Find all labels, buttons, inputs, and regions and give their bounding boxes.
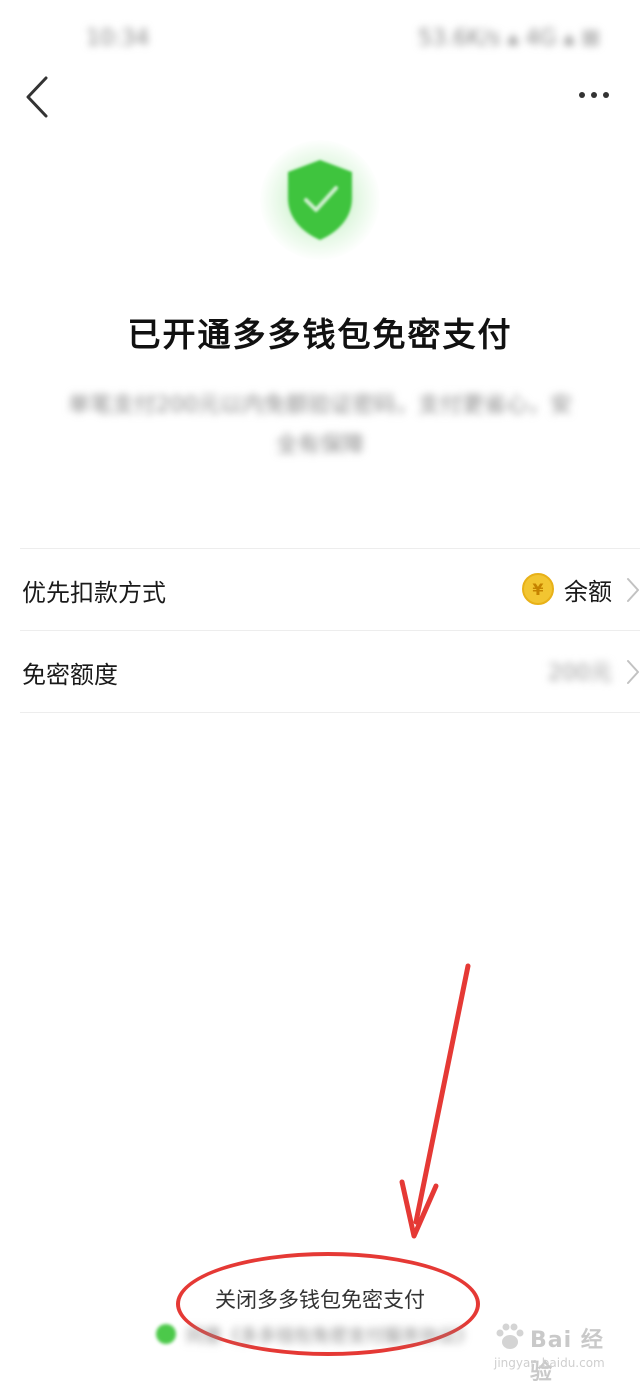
more-horizontal-icon: [579, 92, 609, 98]
row-label: 优先扣款方式: [22, 579, 166, 607]
status-time: 10:34: [86, 26, 150, 51]
annotation-arrow-icon: [399, 963, 471, 1239]
settings-row-payment-method[interactable]: 优先扣款方式 ¥ 余额: [20, 549, 640, 631]
row-label: 免密额度: [22, 661, 118, 689]
chevron-right-icon: [627, 660, 639, 684]
coin-yen-icon: ¥: [522, 573, 554, 605]
agreement-text: 同意《多多钱包免密支付服务协议》: [186, 1326, 474, 1347]
page-title: 已开通多多钱包免密支付: [127, 315, 513, 354]
row-value: 余额: [564, 577, 612, 606]
settings-list: 优先扣款方式 ¥ 余额 免密额度 200元: [20, 548, 640, 713]
paw-icon: [496, 1323, 524, 1349]
row-value-wrap: ¥ 余额: [522, 571, 612, 607]
chevron-left-icon: [26, 76, 48, 118]
watermark: Bai 经验 jingyan.baidu.com: [490, 1318, 610, 1385]
more-button[interactable]: [574, 80, 614, 110]
back-button[interactable]: [18, 74, 58, 120]
shield-check-icon: [288, 160, 352, 240]
watermark-url: jingyan.baidu.com: [494, 1356, 605, 1370]
close-payment-button[interactable]: 关闭多多钱包免密支付: [0, 1284, 640, 1314]
shield-badge: [260, 140, 380, 270]
status-indicators: 53.6K/s ▴ 4G ▴ ⊠: [418, 26, 600, 51]
page-description: 单笔支付200元以内免额验证密码，支付更省心，安全有保障: [68, 393, 572, 458]
agreement-check-icon[interactable]: [156, 1324, 176, 1344]
settings-row-limit[interactable]: 免密额度 200元: [20, 631, 640, 713]
status-bar: 10:34 53.6K/s ▴ 4G ▴ ⊠: [0, 0, 640, 70]
row-value: 200元: [548, 661, 612, 686]
agreement-row[interactable]: 同意《多多钱包免密支付服务协议》: [150, 1320, 490, 1348]
chevron-right-icon: [627, 578, 639, 602]
row-value-wrap: 200元: [548, 653, 612, 689]
watermark-brand: Bai 经验: [530, 1328, 604, 1385]
